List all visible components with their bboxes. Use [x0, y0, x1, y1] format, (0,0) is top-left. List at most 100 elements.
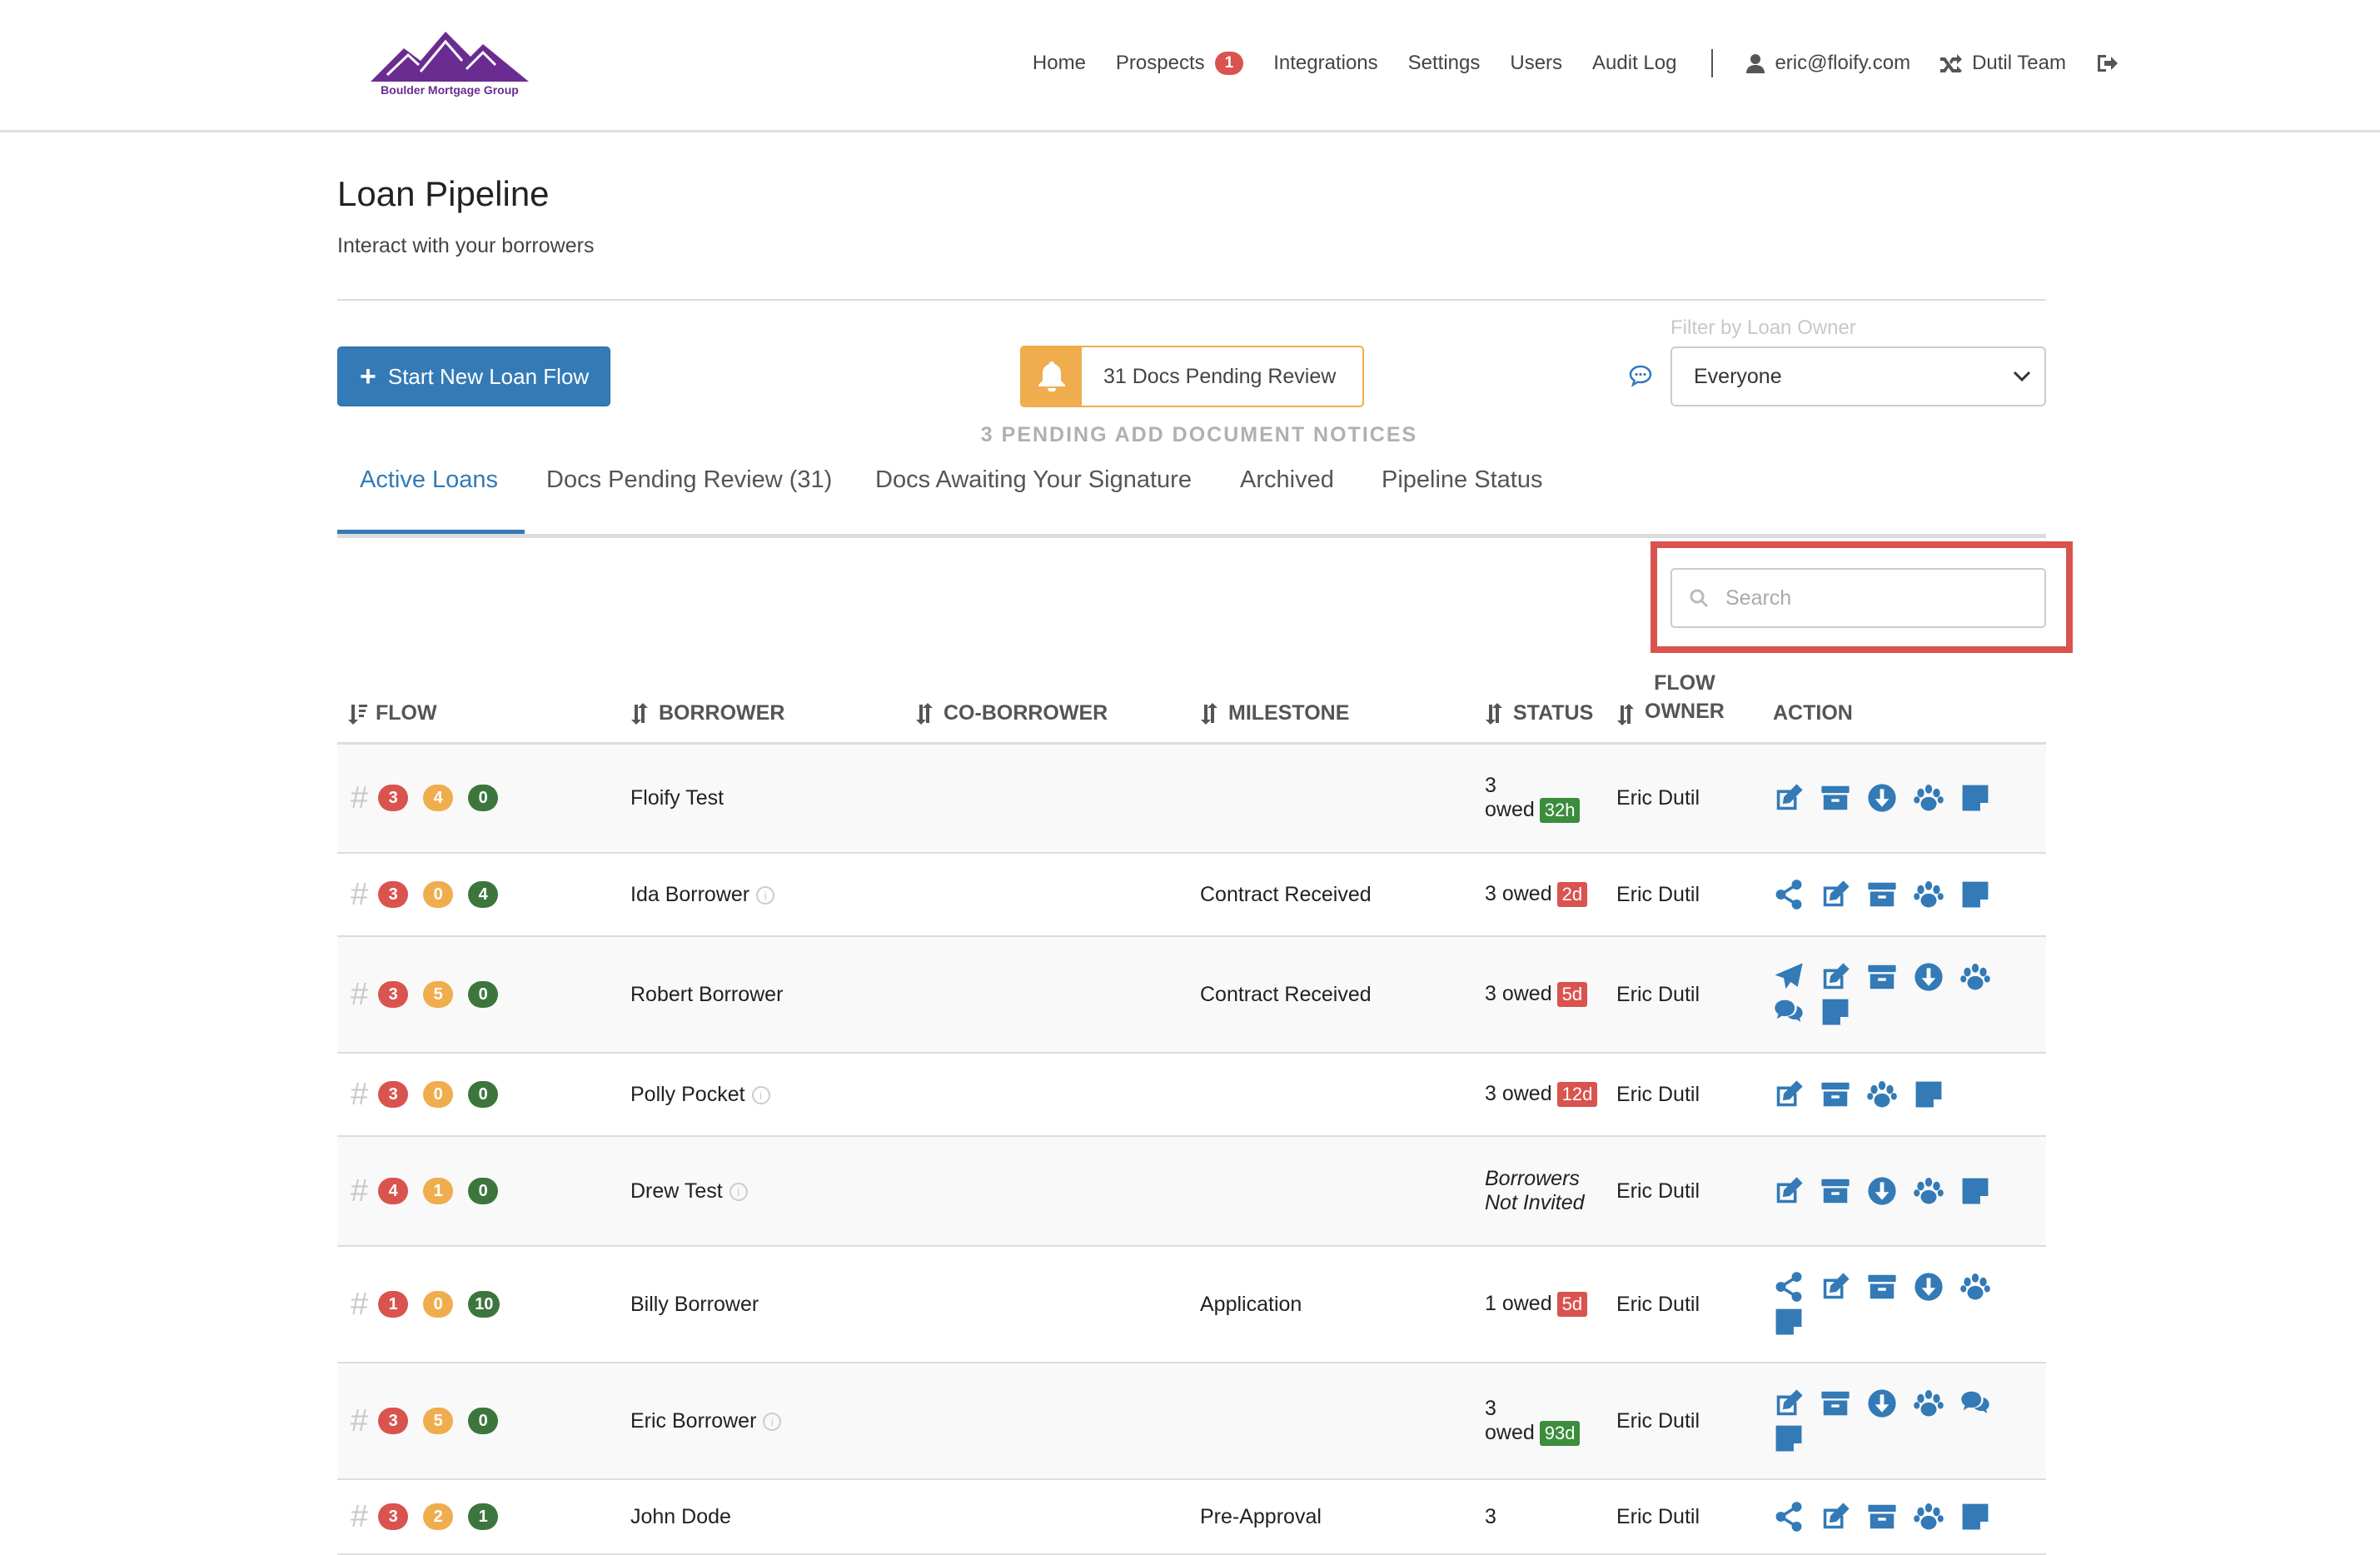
hash-icon[interactable]: # — [351, 1077, 368, 1112]
nav-users[interactable]: Users — [1510, 52, 1562, 75]
column-header-flow-owner[interactable]: FLOW OWNER — [1616, 663, 1763, 745]
flow-count-badge[interactable]: 0 — [423, 1291, 454, 1318]
flow-count-badge[interactable]: 4 — [423, 785, 454, 812]
note-icon[interactable] — [1959, 879, 1991, 910]
borrower-name[interactable]: John Dode — [630, 1505, 731, 1528]
flow-count-badge[interactable]: 3 — [378, 785, 409, 812]
nav-settings[interactable]: Settings — [1408, 52, 1481, 75]
table-row[interactable]: #3 5 0 Robert Borrower Contract Received 3 ow… — [337, 936, 2046, 1054]
download-icon[interactable] — [1913, 1271, 1944, 1303]
paw-icon[interactable] — [1913, 1388, 1944, 1419]
nav-prospects[interactable]: Prospects 1 — [1116, 52, 1244, 75]
note-icon[interactable] — [1959, 782, 1991, 814]
docs-pending-review-button[interactable]: 31 Docs Pending Review — [1020, 346, 1364, 407]
paw-icon[interactable] — [1913, 782, 1944, 814]
borrower-name[interactable]: Ida Borrower — [630, 883, 749, 906]
hash-icon[interactable]: # — [351, 780, 368, 815]
flow-count-badge[interactable]: 0 — [468, 981, 499, 1008]
note-icon[interactable] — [1820, 996, 1851, 1028]
tab-active-loans[interactable]: Active Loans — [360, 466, 498, 494]
comments-icon[interactable] — [1959, 1388, 1991, 1419]
table-row[interactable]: #4 1 0 Drew Test i Borrowers Not Invited Eric D… — [337, 1136, 2046, 1247]
logout-button[interactable] — [2096, 53, 2118, 73]
nav-audit-log[interactable]: Audit Log — [1592, 52, 1676, 75]
flow-count-badge[interactable]: 3 — [378, 1503, 409, 1530]
hash-icon[interactable]: # — [351, 877, 368, 912]
flow-count-badge[interactable]: 1 — [423, 1178, 454, 1204]
info-icon[interactable]: i — [756, 885, 775, 905]
flow-count-badge[interactable]: 0 — [468, 785, 499, 812]
flow-count-badge[interactable]: 5 — [423, 981, 454, 1008]
table-row[interactable]: #3 2 1 John Dode Pre-Approval 3 Eric Dutil — [337, 1479, 2046, 1555]
edit-icon[interactable] — [1820, 961, 1851, 993]
paw-icon[interactable] — [1913, 1501, 1944, 1533]
flow-count-badge[interactable]: 3 — [378, 1081, 409, 1108]
download-icon[interactable] — [1866, 1175, 1898, 1207]
flow-count-badge[interactable]: 1 — [468, 1503, 499, 1530]
borrower-name[interactable]: Eric Borrower — [630, 1409, 756, 1433]
edit-icon[interactable] — [1820, 1501, 1851, 1533]
column-header-status[interactable]: STATUS — [1475, 663, 1616, 745]
paw-icon[interactable] — [1913, 879, 1944, 910]
download-icon[interactable] — [1866, 1388, 1898, 1419]
borrower-name[interactable]: Polly Pocket — [630, 1083, 745, 1106]
flow-count-badge[interactable]: 3 — [378, 881, 409, 908]
flow-count-badge[interactable]: 0 — [468, 1081, 499, 1108]
nav-home[interactable]: Home — [1033, 52, 1086, 75]
flow-count-badge[interactable]: 0 — [423, 881, 454, 908]
archive-icon[interactable] — [1820, 1175, 1851, 1207]
borrower-name[interactable]: Robert Borrower — [630, 983, 783, 1006]
edit-icon[interactable] — [1773, 1079, 1805, 1110]
info-icon[interactable]: i — [763, 1412, 782, 1431]
paw-icon[interactable] — [1959, 961, 1991, 993]
edit-icon[interactable] — [1773, 1175, 1805, 1207]
paw-icon[interactable] — [1913, 1175, 1944, 1207]
nav-team-switch[interactable]: Dutil Team — [1940, 52, 2066, 75]
archive-icon[interactable] — [1820, 782, 1851, 814]
info-icon[interactable]: i — [729, 1182, 748, 1201]
table-row[interactable]: #3 0 0 Polly Pocket i 3 owed 12d Eric Dutil — [337, 1053, 2046, 1137]
note-icon[interactable] — [1773, 1306, 1805, 1338]
archive-icon[interactable] — [1820, 1388, 1851, 1419]
column-header-borrower[interactable]: BORROWER — [620, 663, 905, 745]
flow-count-badge[interactable]: 4 — [378, 1178, 409, 1204]
loan-owner-filter-select[interactable]: Everyone — [1670, 346, 2046, 406]
archive-icon[interactable] — [1866, 1271, 1898, 1303]
download-icon[interactable] — [1913, 961, 1944, 993]
comments-icon[interactable] — [1773, 996, 1805, 1028]
flow-count-badge[interactable]: 2 — [423, 1503, 454, 1530]
hash-icon[interactable]: # — [351, 1287, 368, 1322]
brand-logo[interactable]: Boulder Mortgage Group — [371, 23, 537, 102]
column-header-co-borrower[interactable]: CO-BORROWER — [905, 663, 1190, 745]
nav-integrations[interactable]: Integrations — [1273, 52, 1377, 75]
archive-icon[interactable] — [1866, 1501, 1898, 1533]
share-icon[interactable] — [1773, 1271, 1805, 1303]
note-icon[interactable] — [1773, 1423, 1805, 1454]
edit-icon[interactable] — [1773, 1388, 1805, 1419]
nav-user-account[interactable]: eric@floify.com — [1746, 52, 1910, 75]
share-icon[interactable] — [1773, 1501, 1805, 1533]
hash-icon[interactable]: # — [351, 977, 368, 1012]
paw-icon[interactable] — [1959, 1271, 1991, 1303]
hash-icon[interactable]: # — [351, 1174, 368, 1209]
column-header-milestone[interactable]: MILESTONE — [1190, 663, 1475, 745]
tab-docs-awaiting-signature[interactable]: Docs Awaiting Your Signature — [875, 466, 1192, 494]
edit-icon[interactable] — [1820, 1271, 1851, 1303]
column-header-flow[interactable]: FLOW — [337, 663, 620, 745]
archive-icon[interactable] — [1820, 1079, 1851, 1110]
flow-count-badge[interactable]: 10 — [468, 1291, 500, 1318]
send-icon[interactable] — [1773, 961, 1805, 993]
start-new-loan-flow-button[interactable]: + Start New Loan Flow — [337, 346, 610, 406]
download-icon[interactable] — [1866, 782, 1898, 814]
borrower-name[interactable]: Drew Test — [630, 1179, 723, 1203]
hash-icon[interactable]: # — [351, 1499, 368, 1534]
flow-count-badge[interactable]: 0 — [468, 1408, 499, 1434]
share-icon[interactable] — [1773, 879, 1805, 910]
flow-count-badge[interactable]: 3 — [378, 981, 409, 1008]
table-row[interactable]: #3 0 4 Ida Borrower i Contract Received 3 owed… — [337, 853, 2046, 937]
note-icon[interactable] — [1959, 1175, 1991, 1207]
tab-archived[interactable]: Archived — [1240, 466, 1334, 494]
borrower-name[interactable]: Floify Test — [630, 786, 724, 810]
comment-icon[interactable] — [1629, 364, 1652, 387]
paw-icon[interactable] — [1866, 1079, 1898, 1110]
